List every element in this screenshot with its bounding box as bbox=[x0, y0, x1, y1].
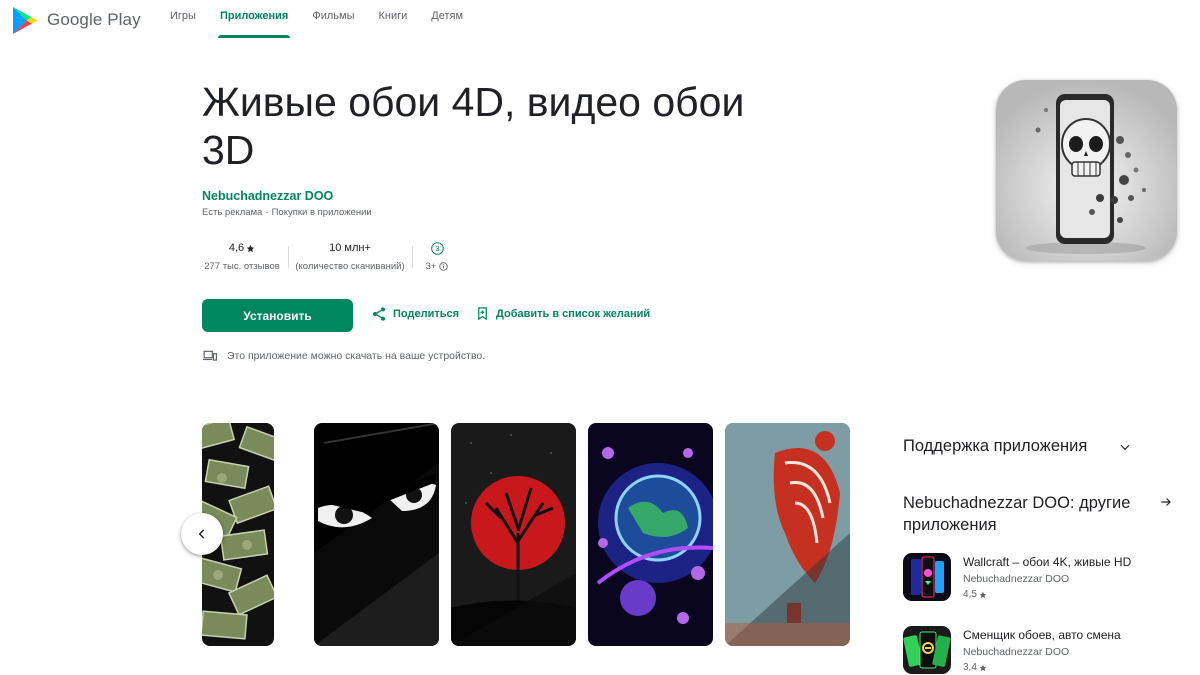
app-icon bbox=[996, 80, 1177, 261]
share-button[interactable]: Поделиться bbox=[371, 306, 459, 322]
screenshot-eyes[interactable] bbox=[314, 423, 439, 646]
screenshot-wave[interactable] bbox=[725, 423, 850, 646]
screenshot-planet[interactable] bbox=[588, 423, 713, 646]
app-stats: 4,6 277 тыс. отзывов 10 млн+ (количество… bbox=[196, 240, 462, 272]
ads-label: Есть реклама bbox=[202, 207, 263, 218]
developer-link[interactable]: Nebuchadnezzar DOO bbox=[202, 189, 333, 203]
star-icon bbox=[979, 591, 987, 598]
share-label: Поделиться bbox=[393, 308, 460, 320]
related-app-item[interactable]: Wallcraft – обои 4K, живые HD Nebuchadne… bbox=[903, 553, 1131, 601]
iap-label: Покупки в приложении bbox=[271, 207, 372, 218]
main-nav: Игры Приложения Фильмы Книги Детям bbox=[158, 0, 475, 44]
nav-games[interactable]: Игры bbox=[158, 0, 208, 38]
age-rating: 3+ bbox=[425, 261, 437, 272]
install-button[interactable]: Установить bbox=[202, 299, 353, 332]
related-app-item[interactable]: Сменщик обоев, авто смена Nebuchadnezzar… bbox=[903, 626, 1121, 674]
google-play-logo[interactable]: Google Play bbox=[12, 6, 141, 34]
carousel-prev-button[interactable] bbox=[181, 513, 223, 555]
screenshots-carousel[interactable] bbox=[202, 423, 850, 646]
related-app-name: Wallcraft – обои 4K, живые HD bbox=[963, 555, 1132, 569]
screenshot-planet-image bbox=[588, 423, 713, 646]
wallpaper-changer-app-icon bbox=[903, 626, 951, 674]
arrow-right-icon[interactable] bbox=[1159, 495, 1173, 514]
app-support-title: Поддержка приложения bbox=[903, 437, 1088, 455]
brand-name: Google Play bbox=[47, 10, 141, 29]
related-app-rating: 3,4 bbox=[963, 662, 1121, 673]
nav-apps[interactable]: Приложения bbox=[208, 0, 300, 38]
rating-value: 4,6 bbox=[228, 242, 245, 254]
related-app-rating: 4,5 bbox=[963, 589, 1131, 600]
chevron-left-icon bbox=[198, 529, 205, 539]
app-icon-artwork bbox=[996, 80, 1177, 261]
screenshot-eyes-image bbox=[314, 423, 439, 646]
star-icon bbox=[246, 244, 255, 252]
wishlist-button[interactable]: Добавить в список желаний bbox=[475, 306, 650, 321]
wishlist-label: Добавить в список желаний bbox=[496, 307, 651, 320]
devices-icon bbox=[203, 350, 217, 361]
app-support-section[interactable]: Поддержка приложения bbox=[903, 437, 1132, 456]
nav-kids[interactable]: Детям bbox=[419, 0, 475, 38]
star-icon bbox=[979, 664, 987, 671]
downloads-value: 10 млн+ bbox=[329, 242, 371, 254]
screenshot-red-moon[interactable] bbox=[451, 423, 576, 646]
top-bar: Google Play Игры Приложения Фильмы Книги… bbox=[0, 0, 1200, 44]
other-apps-title[interactable]: Nebuchadnezzar DOO: другие приложения bbox=[903, 492, 1158, 536]
bookmark-add-icon bbox=[478, 307, 487, 321]
downloads-label: (количество скачиваний) bbox=[295, 261, 405, 272]
app-title: Живые обои 4D, видео обои 3D bbox=[202, 79, 745, 173]
google-play-icon bbox=[13, 6, 38, 34]
related-app-developer: Nebuchadnezzar DOO bbox=[963, 573, 1070, 585]
device-availability: Это приложение можно скачать на ваше уст… bbox=[203, 350, 485, 362]
nav-books[interactable]: Книги bbox=[367, 0, 420, 38]
device-note-text: Это приложение можно скачать на ваше уст… bbox=[227, 350, 486, 362]
screenshot-wave-image bbox=[725, 423, 850, 646]
share-icon bbox=[373, 307, 385, 321]
related-app-name: Сменщик обоев, авто смена bbox=[963, 628, 1121, 642]
reviews-count: 277 тыс. отзывов bbox=[204, 261, 280, 272]
svg-text:3: 3 bbox=[435, 244, 439, 253]
nav-movies[interactable]: Фильмы bbox=[300, 0, 366, 38]
chevron-down-icon bbox=[1120, 444, 1130, 450]
info-icon[interactable] bbox=[439, 262, 449, 271]
downloads-stat: 10 млн+ (количество скачиваний) bbox=[288, 240, 412, 272]
app-meta: Есть реклама · Покупки в приложении bbox=[202, 207, 372, 218]
age-rating-stat[interactable]: 3 3+ bbox=[412, 240, 462, 272]
rating-stat: 4,6 277 тыс. отзывов bbox=[196, 240, 288, 272]
age-rating-badge-icon: 3 bbox=[430, 241, 444, 255]
wallcraft-app-icon bbox=[903, 553, 951, 601]
related-app-developer: Nebuchadnezzar DOO bbox=[963, 646, 1070, 658]
screenshot-red-moon-image bbox=[451, 423, 576, 646]
meta-separator: · bbox=[265, 207, 269, 218]
